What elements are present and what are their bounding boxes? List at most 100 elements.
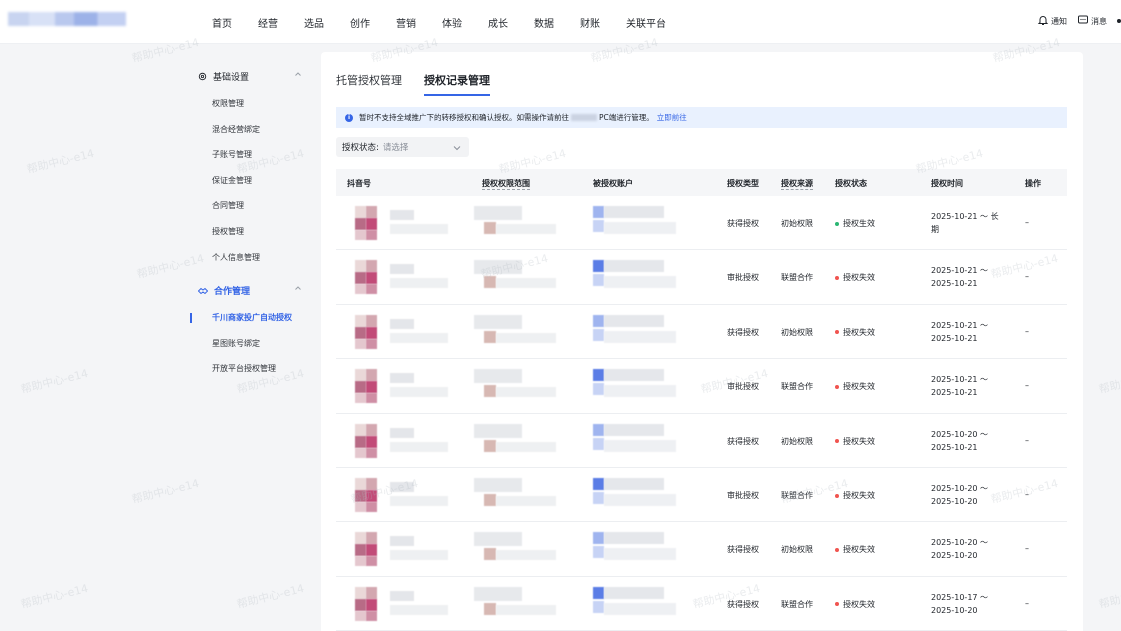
nav-item-business[interactable]: 经营 — [258, 15, 278, 30]
column-header-auth-type: 授权类型 — [727, 179, 759, 188]
sidebar-item-deposit[interactable]: 保证金管理 — [186, 168, 310, 194]
auth-type: 审批授权 — [727, 273, 759, 283]
table-row[interactable]: 获得授权 初始权限 授权失效 2025-10-21 ～ 2025-10-21 – — [336, 305, 1067, 360]
auth-type: 获得授权 — [727, 436, 759, 446]
notice-text-after: PC端进行管理。 — [599, 113, 654, 122]
nav-item-linked-platforms[interactable]: 关联平台 — [626, 15, 666, 30]
status-dot — [835, 384, 839, 389]
auth-time-end: 2025-10-21 — [931, 279, 978, 289]
row-action[interactable]: – — [1025, 544, 1029, 553]
table-row[interactable]: 获得授权 初始权限 授权生效 2025-10-21 ～ 长 期 – — [336, 196, 1067, 251]
info-notice: i 暂时不支持全域推广下的转移授权和确认授权。如需操作请前往 PC端进行管理。 … — [336, 107, 1067, 128]
more-icon — [1117, 19, 1121, 23]
auth-time-start: 2025-10-21 ～ — [931, 375, 989, 385]
row-action[interactable]: – — [1025, 381, 1029, 390]
tab-managed-authorization[interactable]: 托管授权管理 — [336, 72, 402, 96]
sidebar-item-sub-accounts[interactable]: 子账号管理 — [186, 142, 310, 168]
table-row[interactable]: 获得授权 初始权限 授权失效 2025-10-20 ～ 2025-10-20 – — [336, 522, 1067, 577]
auth-type: 获得授权 — [727, 545, 759, 555]
notice-text-before: 暂时不支持全域推广下的转移授权和确认授权。如需操作请前往 — [359, 113, 569, 122]
auth-source: 初始权限 — [781, 219, 813, 228]
status-text: 授权失效 — [843, 545, 875, 555]
filter-placeholder: 请选择 — [382, 143, 409, 153]
row-action[interactable]: – — [1025, 490, 1029, 499]
sidebar-item-open-platform-auth[interactable]: 开放平台授权管理 — [186, 356, 310, 382]
auth-time-end: 期 — [931, 225, 939, 234]
notify-label: 通知 — [1051, 16, 1067, 26]
sidebar-item-authorization[interactable]: 授权管理 — [186, 219, 310, 245]
row-action[interactable]: – — [1025, 327, 1029, 336]
notify-button[interactable]: 通知 — [1037, 14, 1067, 28]
auth-source: 联盟合作 — [781, 491, 813, 500]
status-dot — [835, 439, 839, 444]
status-badge: 授权失效 — [835, 599, 875, 610]
nav-item-data[interactable]: 数据 — [534, 15, 554, 30]
auth-source: 联盟合作 — [781, 382, 813, 392]
column-header-auth-time: 授权时间 — [931, 179, 963, 188]
sidebar-group-cooperation[interactable]: 合作管理 — [186, 280, 310, 300]
info-icon: i — [345, 113, 353, 122]
row-action[interactable]: – — [1025, 218, 1029, 227]
nav-item-finance[interactable]: 财账 — [580, 15, 600, 30]
status-badge: 授权失效 — [835, 327, 875, 338]
row-action[interactable]: – — [1025, 436, 1029, 445]
status-badge: 授权失效 — [835, 490, 875, 501]
auth-time: 2025-10-21 ～ 2025-10-21 — [931, 319, 988, 345]
status-text: 授权失效 — [843, 599, 875, 609]
tabs: 托管授权管理 授权记录管理 — [336, 72, 512, 96]
column-header-douyin-id: 抖音号 — [347, 179, 371, 188]
message-button[interactable]: 消息 — [1077, 14, 1107, 28]
nav-item-growth[interactable]: 成长 — [488, 15, 508, 30]
sidebar-item-qianchuan-auto-auth[interactable]: 千川商家投广自动授权 — [186, 305, 310, 331]
status-text: 授权失效 — [843, 436, 875, 446]
auth-time-start: 2025-10-21 ～ — [931, 320, 989, 330]
status-badge: 授权失效 — [835, 544, 875, 555]
nav-item-selection[interactable]: 选品 — [304, 15, 324, 30]
sidebar-item-permissions[interactable]: 权限管理 — [186, 91, 310, 117]
status-badge: 授权失效 — [835, 381, 875, 392]
sidebar-group-title: 基础设置 — [213, 72, 250, 83]
auth-time: 2025-10-21 ～ 2025-10-21 — [931, 264, 988, 290]
nav-item-marketing[interactable]: 营销 — [396, 15, 416, 30]
more-button[interactable] — [1117, 19, 1121, 23]
sidebar-item-contracts[interactable]: 合同管理 — [186, 193, 310, 219]
logo[interactable] — [8, 12, 126, 26]
column-header-permission-scope: 授权权限范围 — [482, 179, 530, 190]
go-now-link[interactable]: 立即前往 — [657, 112, 687, 123]
status-text: 授权失效 — [843, 273, 875, 283]
sidebar-group-basic-settings[interactable]: 基础设置 — [186, 66, 310, 86]
table-row[interactable]: 审批授权 联盟合作 授权失效 2025-10-21 ～ 2025-10-21 – — [336, 359, 1067, 414]
status-dot — [835, 275, 839, 280]
auth-time-start: 2025-10-21 ～ — [931, 266, 989, 276]
row-action[interactable]: – — [1025, 599, 1029, 608]
table-row[interactable]: 审批授权 联盟合作 授权失效 2025-10-21 ～ 2025-10-21 – — [336, 250, 1067, 305]
nav-item-create[interactable]: 创作 — [350, 15, 370, 30]
auth-time: 2025-10-20 ～ 2025-10-20 — [931, 482, 988, 508]
auth-time: 2025-10-20 ～ 2025-10-21 — [931, 428, 988, 454]
sidebar: 基础设置 权限管理 混合经营绑定 子账号管理 保证金管理 合同管理 授权管理 个… — [186, 60, 310, 400]
table-row[interactable]: 审批授权 联盟合作 授权失效 2025-10-20 ～ 2025-10-20 – — [336, 468, 1067, 523]
auth-time-end: 2025-10-20 — [931, 551, 978, 561]
table-row[interactable]: 获得授权 联盟合作 授权失效 2025-10-17 ～ 2025-10-20 – — [336, 577, 1067, 631]
message-label: 消息 — [1091, 16, 1107, 26]
status-dot — [835, 547, 839, 552]
chevron-up-icon — [294, 70, 302, 81]
sidebar-item-mixed-binding[interactable]: 混合经营绑定 — [186, 117, 310, 143]
auth-time-start: 2025-10-20 ～ — [931, 484, 989, 493]
table-header: 抖音号 授权权限范围 被授权账户 授权类型 授权来源 授权状态 授权时间 操作 — [336, 169, 1067, 196]
watermark-text: 帮助中心-e14 — [25, 146, 96, 177]
tab-authorization-records[interactable]: 授权记录管理 — [424, 72, 490, 96]
message-icon — [1077, 14, 1091, 28]
row-action[interactable]: – — [1025, 272, 1029, 281]
nav-item-experience[interactable]: 体验 — [442, 15, 462, 30]
sidebar-item-xingtu-binding[interactable]: 星图账号绑定 — [186, 331, 310, 357]
status-filter-select[interactable]: 授权状态: 请选择 — [336, 137, 469, 157]
table-row[interactable]: 获得授权 初始权限 授权失效 2025-10-20 ～ 2025-10-21 – — [336, 414, 1067, 468]
status-dot — [835, 221, 839, 226]
sidebar-item-personal-info[interactable]: 个人信息管理 — [186, 245, 310, 271]
sidebar-group-title: 合作管理 — [214, 286, 251, 297]
auth-type: 审批授权 — [727, 491, 759, 500]
chevron-up-icon — [294, 284, 302, 295]
nav-item-home[interactable]: 首页 — [212, 15, 232, 30]
status-badge: 授权失效 — [835, 436, 875, 447]
